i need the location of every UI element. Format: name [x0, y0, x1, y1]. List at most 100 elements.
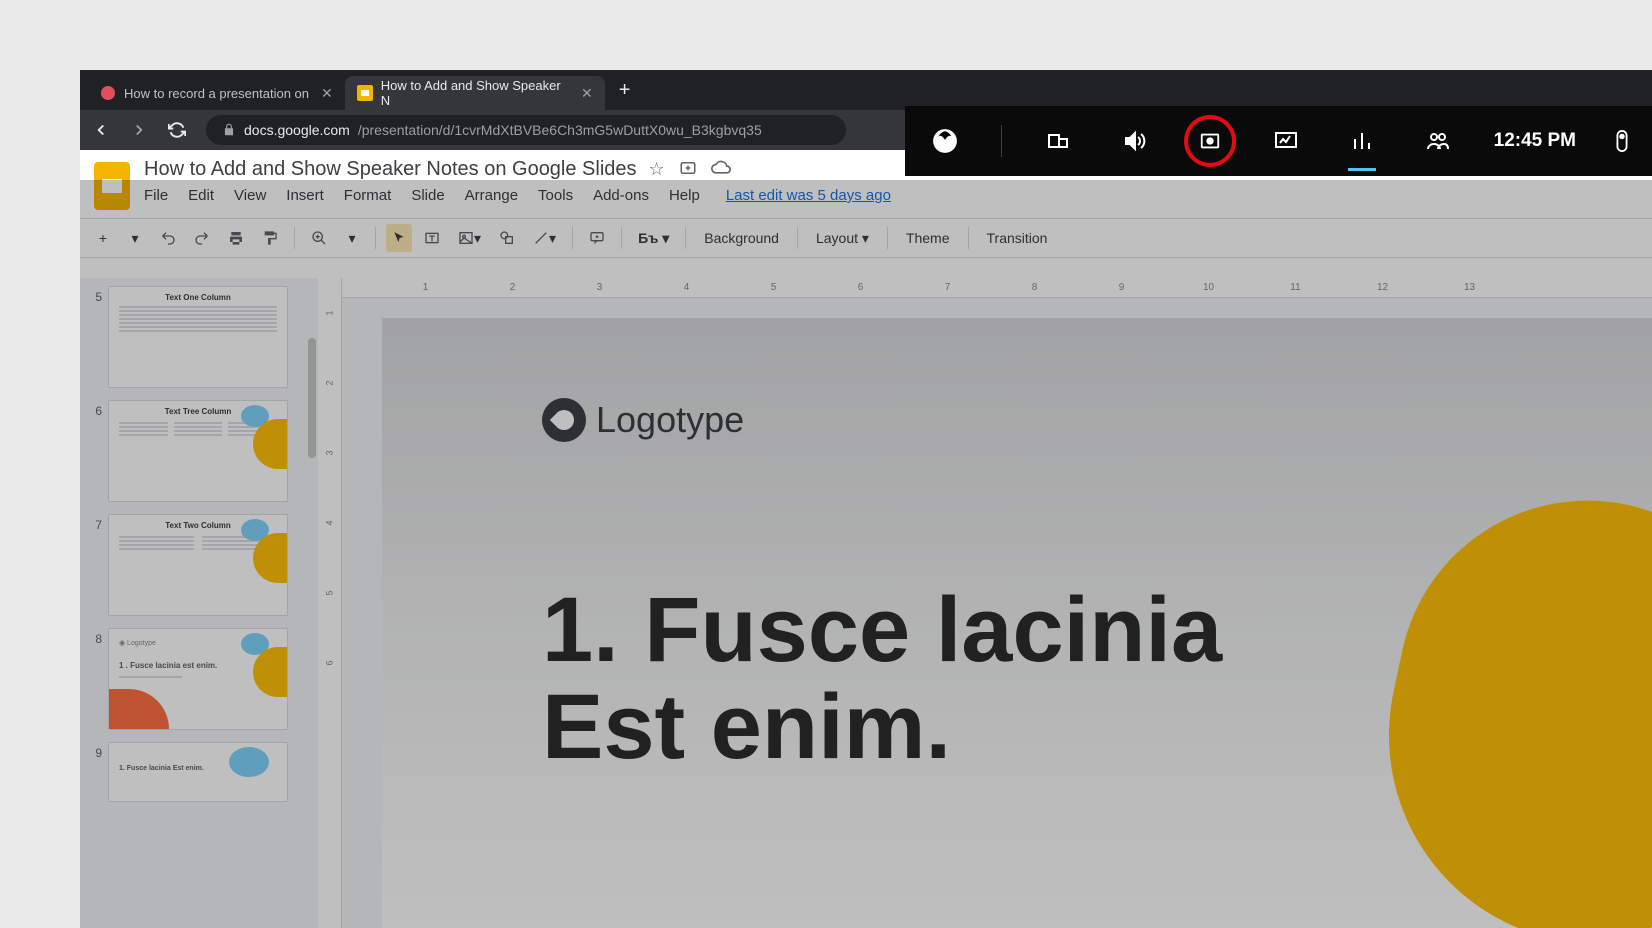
move-icon[interactable]: [679, 159, 697, 180]
xbox-game-bar: 12:45 PM: [905, 106, 1652, 176]
close-icon[interactable]: ✕: [581, 85, 593, 102]
menu-format[interactable]: Format: [344, 187, 392, 204]
thumbnail[interactable]: Text Tree Column: [108, 400, 288, 502]
separator: [1001, 125, 1002, 157]
undo-button[interactable]: [154, 224, 182, 252]
active-underline: [1348, 168, 1376, 171]
toolbar: + ▾ ▾ ▾ ▾ Бъ ▾ Background Layout ▾ The: [80, 218, 1652, 258]
line-tool[interactable]: ▾: [527, 224, 562, 252]
new-slide-button[interactable]: +: [90, 224, 116, 252]
scrollbar[interactable]: [308, 338, 316, 458]
menu-help[interactable]: Help: [669, 187, 700, 204]
thumb-number: 5: [88, 286, 102, 304]
thumbnail[interactable]: Text Two Column: [108, 514, 288, 616]
thumbnail[interactable]: ◉ Logotype 1 . Fusce lacinia est enim.: [108, 628, 288, 730]
pin-icon[interactable]: [1612, 121, 1632, 161]
thumbnail-row[interactable]: 8 ◉ Logotype 1 . Fusce lacinia est enim.: [80, 624, 318, 738]
star-icon[interactable]: ☆: [649, 159, 665, 180]
performance-icon[interactable]: [1266, 121, 1306, 161]
last-edit-link[interactable]: Last edit was 5 days ago: [726, 187, 891, 204]
browser-tab-0[interactable]: How to record a presentation on ✕: [88, 76, 345, 110]
canvas-area: 12345678910111213 Logotype 1. Fusce laci…: [342, 278, 1652, 928]
reload-button[interactable]: [168, 121, 192, 139]
menu-edit[interactable]: Edit: [188, 187, 214, 204]
tab-title: How to Add and Show Speaker N: [381, 78, 569, 108]
favicon-slides-icon: [357, 85, 373, 101]
menu-view[interactable]: View: [234, 187, 266, 204]
transition-button[interactable]: Transition: [979, 226, 1056, 250]
back-button[interactable]: [92, 121, 116, 139]
thumb-number: 8: [88, 628, 102, 646]
separator: [572, 227, 573, 249]
layout-button[interactable]: Layout ▾: [808, 226, 877, 251]
horizontal-ruler: 12345678910111213: [342, 278, 1652, 298]
slides-logo-icon[interactable]: [94, 162, 130, 210]
textbox-tool[interactable]: [418, 224, 446, 252]
theme-button[interactable]: Theme: [898, 226, 958, 250]
logo-text: Logotype: [596, 399, 744, 441]
menu-addons[interactable]: Add-ons: [593, 187, 649, 204]
separator: [294, 227, 295, 249]
thumb-number: 7: [88, 514, 102, 532]
separator: [685, 227, 686, 249]
document-title[interactable]: How to Add and Show Speaker Notes on Goo…: [144, 158, 637, 181]
image-tool[interactable]: ▾: [452, 224, 487, 252]
forward-button[interactable]: [130, 121, 154, 139]
thumbnail-row[interactable]: 7 Text Two Column: [80, 510, 318, 624]
menu-tools[interactable]: Tools: [538, 187, 573, 204]
resources-icon[interactable]: [1342, 121, 1382, 161]
thumb-number: 6: [88, 400, 102, 418]
url-input[interactable]: docs.google.com/presentation/d/1cvrMdXtB…: [206, 115, 846, 145]
browser-tab-1[interactable]: How to Add and Show Speaker N ✕: [345, 76, 605, 110]
audio-icon[interactable]: [1114, 121, 1154, 161]
separator: [797, 227, 798, 249]
cloud-icon[interactable]: [711, 159, 731, 180]
print-button[interactable]: [222, 224, 250, 252]
xbox-icon[interactable]: [925, 121, 965, 161]
browser-tab-bar: How to record a presentation on ✕ How to…: [80, 70, 1652, 110]
separator: [621, 227, 622, 249]
menu-file[interactable]: File: [144, 187, 168, 204]
separator: [968, 227, 969, 249]
select-tool[interactable]: [386, 224, 412, 252]
highlight-circle: [1184, 115, 1236, 167]
dropdown-icon[interactable]: ▾: [339, 224, 365, 252]
input-tools-button[interactable]: Бъ ▾: [632, 224, 675, 252]
separator: [887, 227, 888, 249]
lock-icon: [222, 123, 236, 137]
thumbnail-row[interactable]: 9 1. Fusce lacinia Est enim.: [80, 738, 318, 810]
background-button[interactable]: Background: [696, 226, 787, 250]
thumbnail[interactable]: Text One Column: [108, 286, 288, 388]
menu-insert[interactable]: Insert: [286, 187, 324, 204]
decorative-blob: [1350, 465, 1652, 928]
browser-window: How to record a presentation on ✕ How to…: [80, 70, 1652, 928]
shape-tool[interactable]: [493, 224, 521, 252]
game-bar-clock: 12:45 PM: [1494, 130, 1576, 152]
thumbnail-row[interactable]: 6 Text Tree Column: [80, 396, 318, 510]
social-icon[interactable]: [1418, 121, 1458, 161]
content-area: 5 Text One Column 6 Text Tree Column: [80, 278, 1652, 928]
capture-icon[interactable]: [1190, 121, 1230, 161]
vertical-ruler: 123456: [318, 278, 342, 928]
comment-button[interactable]: [583, 224, 611, 252]
menu-slide[interactable]: Slide: [411, 187, 444, 204]
dropdown-icon[interactable]: ▾: [122, 224, 148, 252]
zoom-button[interactable]: [305, 224, 333, 252]
url-domain: docs.google.com: [244, 122, 350, 138]
slide-canvas[interactable]: Logotype 1. Fusce lacinia Est enim.: [382, 318, 1652, 928]
new-tab-button[interactable]: +: [605, 79, 645, 102]
tab-title: How to record a presentation on: [124, 86, 309, 101]
separator: [375, 227, 376, 249]
google-slides-app: How to Add and Show Speaker Notes on Goo…: [80, 150, 1652, 928]
thumb-number: 9: [88, 742, 102, 760]
widgets-icon[interactable]: [1038, 121, 1078, 161]
thumbnail-rail[interactable]: 5 Text One Column 6 Text Tree Column: [80, 278, 318, 928]
logo-mark-icon: [542, 398, 586, 442]
redo-button[interactable]: [188, 224, 216, 252]
menu-arrange[interactable]: Arrange: [465, 187, 518, 204]
close-icon[interactable]: ✕: [321, 85, 333, 102]
favicon-loom-icon: [100, 85, 116, 101]
thumbnail-row[interactable]: 5 Text One Column: [80, 282, 318, 396]
paint-format-button[interactable]: [256, 224, 284, 252]
thumbnail[interactable]: 1. Fusce lacinia Est enim.: [108, 742, 288, 802]
